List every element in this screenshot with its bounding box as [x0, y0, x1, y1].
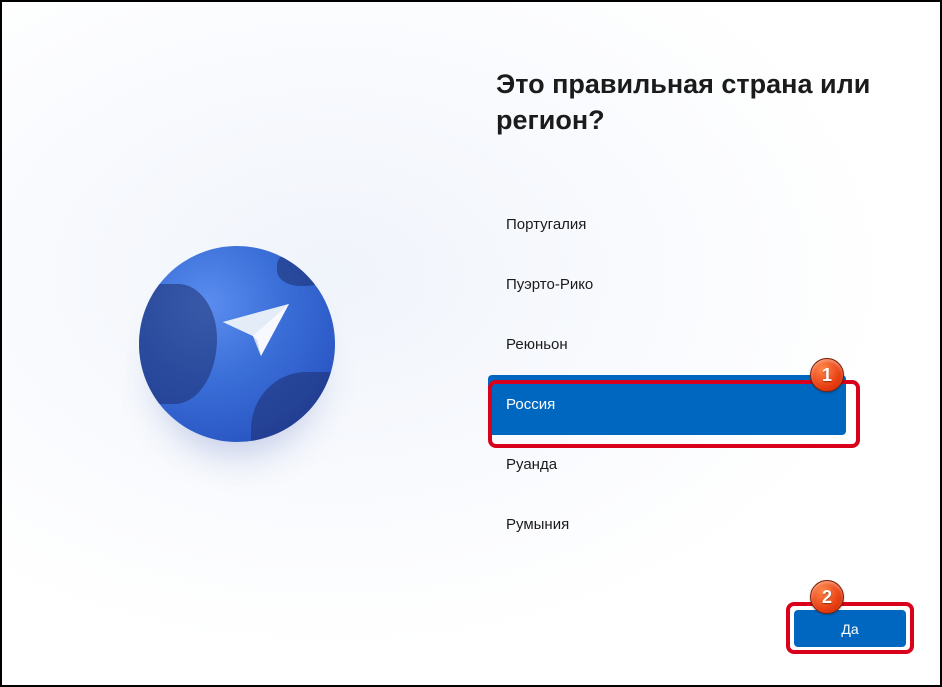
country-item-portugal[interactable]: Португалия	[488, 195, 846, 255]
country-item-reunion[interactable]: Реюньон	[488, 315, 846, 375]
country-item-romania[interactable]: Румыния	[488, 495, 846, 555]
page-heading: Это правильная страна или регион?	[478, 66, 940, 139]
country-item-russia[interactable]: Россия	[488, 375, 846, 435]
annotation-badge-2: 2	[810, 580, 844, 614]
country-item-puerto-rico[interactable]: Пуэрто-Рико	[488, 255, 846, 315]
yes-button[interactable]: Да	[794, 610, 906, 647]
content-panel: Это правильная страна или регион? Португ…	[478, 2, 940, 685]
setup-screen: Это правильная страна или регион? Португ…	[0, 0, 942, 687]
country-item-rwanda[interactable]: Руанда	[488, 435, 846, 495]
globe-icon	[139, 246, 335, 442]
illustration-panel	[2, 2, 472, 685]
annotation-badge-1: 1	[810, 358, 844, 392]
country-list[interactable]: Португалия Пуэрто-Рико Реюньон Россия Ру…	[488, 195, 846, 555]
paper-plane-icon	[221, 302, 291, 358]
